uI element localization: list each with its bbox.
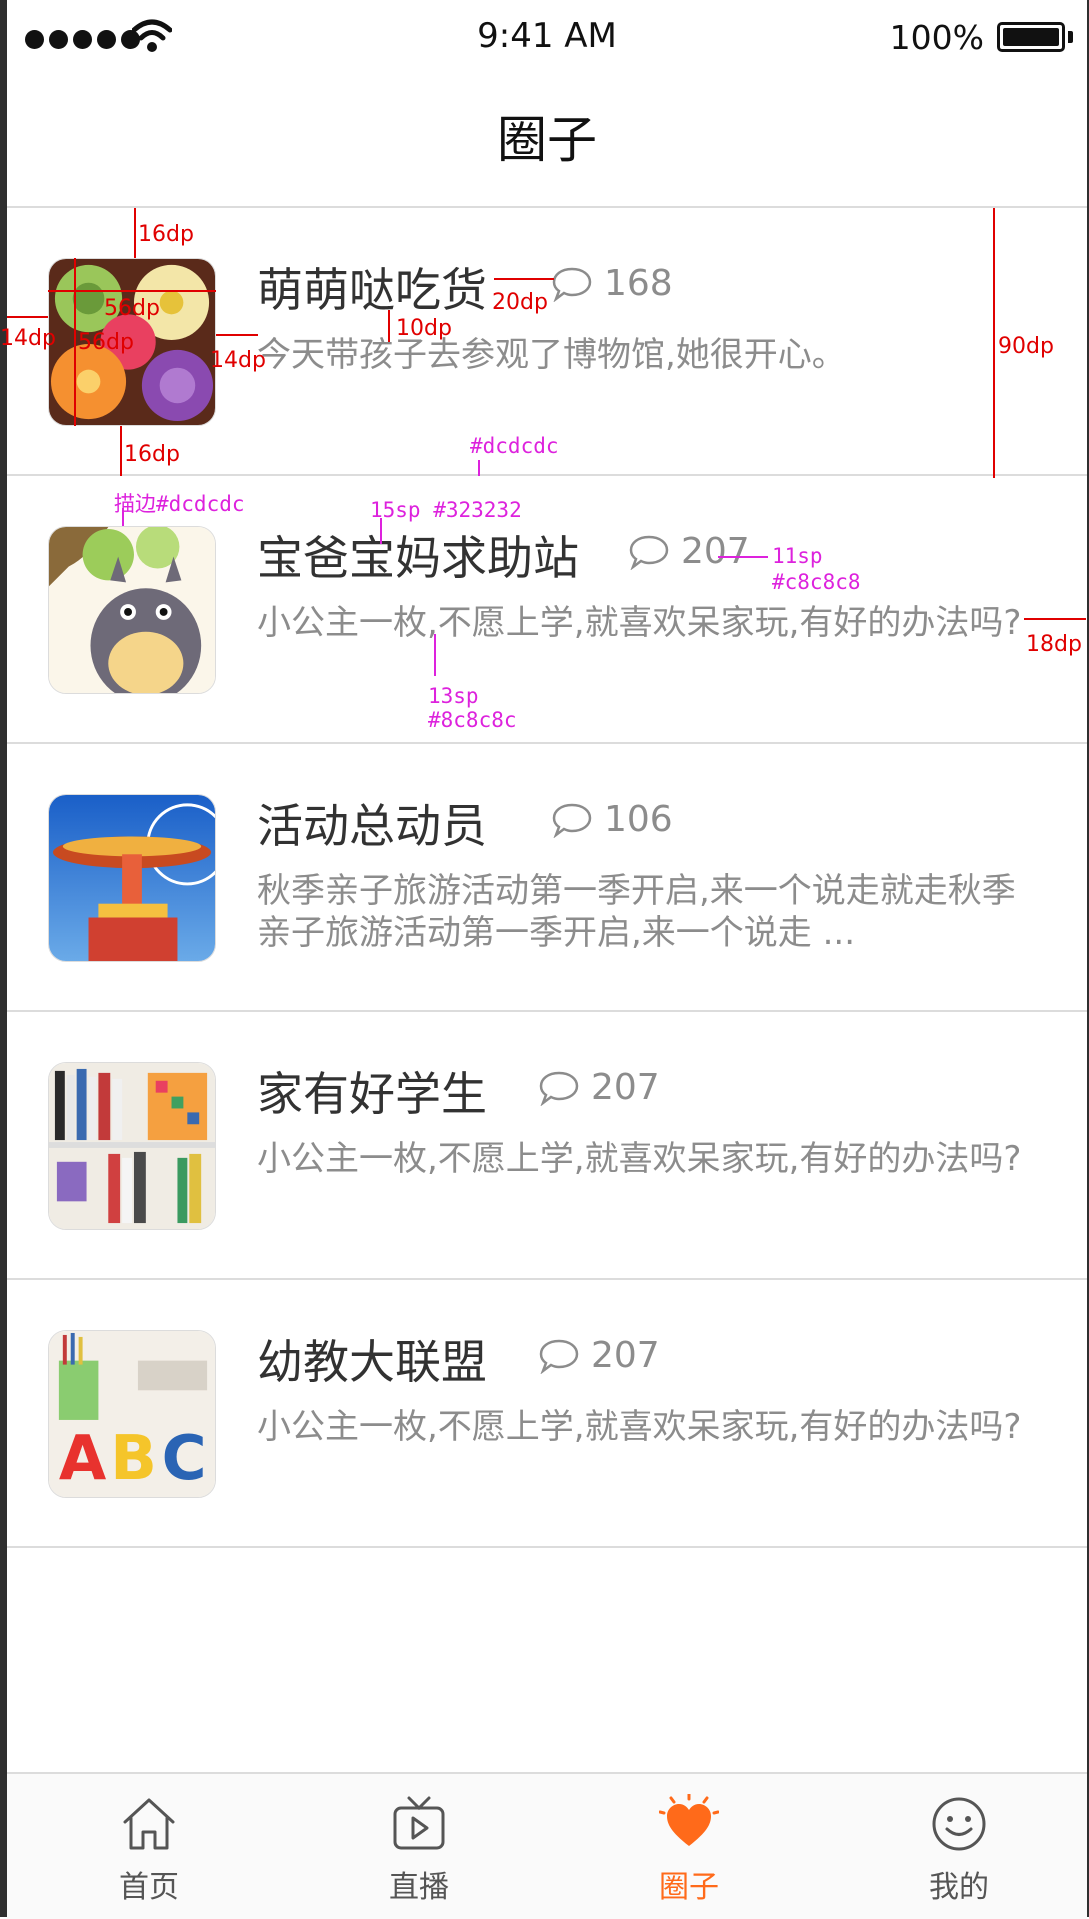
annotation-title-desc-gap: 10dp	[396, 316, 452, 341]
annotation-line	[494, 278, 554, 280]
battery-icon	[997, 22, 1065, 52]
abc-blocks-image: A B C	[49, 1331, 215, 1497]
annotation-line	[216, 334, 258, 336]
heart-burst-icon	[659, 1794, 719, 1846]
annotation-row-height: 90dp	[998, 334, 1054, 359]
annotation-thumb-height: 56dp	[78, 330, 134, 355]
annotation-stroke-color: 描边#dcdcdc	[114, 492, 245, 516]
comment-count-value: 207	[591, 1335, 660, 1376]
annotation-line	[7, 316, 48, 318]
group-thumbnail	[48, 526, 216, 694]
comment-bubble-icon	[539, 1339, 579, 1374]
group-description: 小公主一枚,不愿上学,就喜欢呆家玩,有好的办法吗?	[257, 603, 1022, 643]
comment-count: 106	[552, 799, 673, 840]
annotation-line	[134, 208, 136, 258]
group-description: 小公主一枚,不愿上学,就喜欢呆家玩,有好的办法吗?	[257, 1407, 1022, 1447]
annotation-thumb-width: 56dp	[104, 296, 160, 321]
annotation-right-padding: 18dp	[1026, 632, 1082, 657]
bookshelf-image	[49, 1063, 215, 1229]
group-title: 活动总动员	[257, 799, 487, 853]
group-title: 宝爸宝妈求助站	[257, 531, 579, 585]
comment-bubble-icon	[539, 1071, 579, 1106]
annotation-title-spec: 15sp #323232	[370, 498, 522, 522]
annotation-line	[120, 426, 122, 476]
group-title: 家有好学生	[257, 1067, 487, 1121]
annotation-count-color: #c8c8c8	[772, 570, 861, 594]
page-title: 圈子	[497, 111, 597, 169]
annotation-divider-color: #dcdcdc	[470, 434, 559, 458]
totoro-image	[49, 527, 215, 693]
annotation-line	[74, 258, 76, 426]
list-item[interactable]: 活动总动员 106 秋季亲子旅游活动第一季开启,来一个说走就走秋季亲子旅游活动第…	[7, 744, 1087, 1012]
comment-count: 168	[552, 263, 673, 304]
carousel-image	[49, 795, 215, 961]
comment-count-value: 207	[681, 531, 750, 572]
comment-count: 207	[539, 1067, 660, 1108]
battery-percent: 100%	[889, 18, 984, 57]
smiley-icon	[932, 1797, 986, 1851]
annotation-desc-color: #8c8c8c	[428, 708, 517, 732]
tab-label: 直播	[389, 1870, 449, 1905]
group-list: 萌萌哒吃货 168 今天带孩子去参观了博物馆,她很开心。 宝爸宝妈求助站 207…	[7, 208, 1087, 1548]
tab-label: 圈子	[659, 1870, 719, 1905]
annotation-count-gap: 20dp	[492, 290, 548, 315]
group-title: 萌萌哒吃货	[257, 263, 487, 317]
home-icon	[123, 1798, 175, 1850]
list-item[interactable]: 家有好学生 207 小公主一枚,不愿上学,就喜欢呆家玩,有好的办法吗?	[7, 1012, 1087, 1280]
tab-home[interactable]: 首页	[14, 1774, 284, 1919]
comment-count-value: 106	[604, 799, 673, 840]
tab-label: 首页	[119, 1870, 179, 1905]
group-thumbnail	[48, 1062, 216, 1230]
tab-label: 我的	[929, 1870, 989, 1905]
tv-play-icon	[393, 1796, 445, 1850]
comment-count: 207	[629, 531, 750, 572]
tab-mine[interactable]: 我的	[824, 1774, 1089, 1919]
tab-bar: 首页 直播 圈子 我的	[7, 1772, 1087, 1919]
battery-tip	[1068, 31, 1073, 43]
group-description: 秋季亲子旅游活动第一季开启,来一个说走就走秋季亲子旅游活动第一季开启,来一个说走…	[257, 871, 1016, 953]
annotation-line	[388, 310, 390, 342]
group-thumbnail: A B C	[48, 1330, 216, 1498]
status-bar: 9:41 AM 100%	[7, 0, 1087, 80]
annotation-left-padding: 14dp	[0, 326, 56, 351]
group-description: 今天带孩子去参观了博物馆,她很开心。	[257, 335, 846, 375]
comment-count: 207	[539, 1335, 660, 1376]
comment-count-value: 168	[604, 263, 673, 304]
annotation-top-padding: 16dp	[138, 222, 194, 247]
annotation-line	[434, 634, 436, 676]
annotation-line	[718, 556, 768, 558]
group-title: 幼教大联盟	[257, 1335, 487, 1389]
comment-bubble-icon	[552, 803, 592, 838]
annotation-bottom-padding: 16dp	[124, 442, 180, 467]
annotation-count-size: 11sp	[772, 544, 823, 568]
svg-text:C: C	[162, 1423, 207, 1494]
annotation-line	[1024, 618, 1086, 620]
annotation-line	[993, 208, 995, 478]
annotation-line	[478, 460, 480, 476]
tab-live[interactable]: 直播	[284, 1774, 554, 1919]
comment-bubble-icon	[629, 535, 669, 570]
comment-count-value: 207	[591, 1067, 660, 1108]
annotation-thumb-text-gap: 14dp	[210, 348, 266, 373]
svg-text:A: A	[59, 1423, 107, 1494]
list-item[interactable]: A B C 幼教大联盟 207 小公主一枚,不愿上学,就喜欢呆家玩,有好的办法吗…	[7, 1280, 1087, 1548]
device-frame-left	[0, 0, 7, 1917]
nav-bar: 圈子	[7, 80, 1087, 208]
group-thumbnail	[48, 794, 216, 962]
tab-circle[interactable]: 圈子	[554, 1774, 824, 1919]
svg-text:B: B	[110, 1423, 157, 1494]
annotation-desc-size: 13sp	[428, 684, 479, 708]
group-description: 小公主一枚,不愿上学,就喜欢呆家玩,有好的办法吗?	[257, 1139, 1022, 1179]
comment-bubble-icon	[552, 267, 592, 302]
